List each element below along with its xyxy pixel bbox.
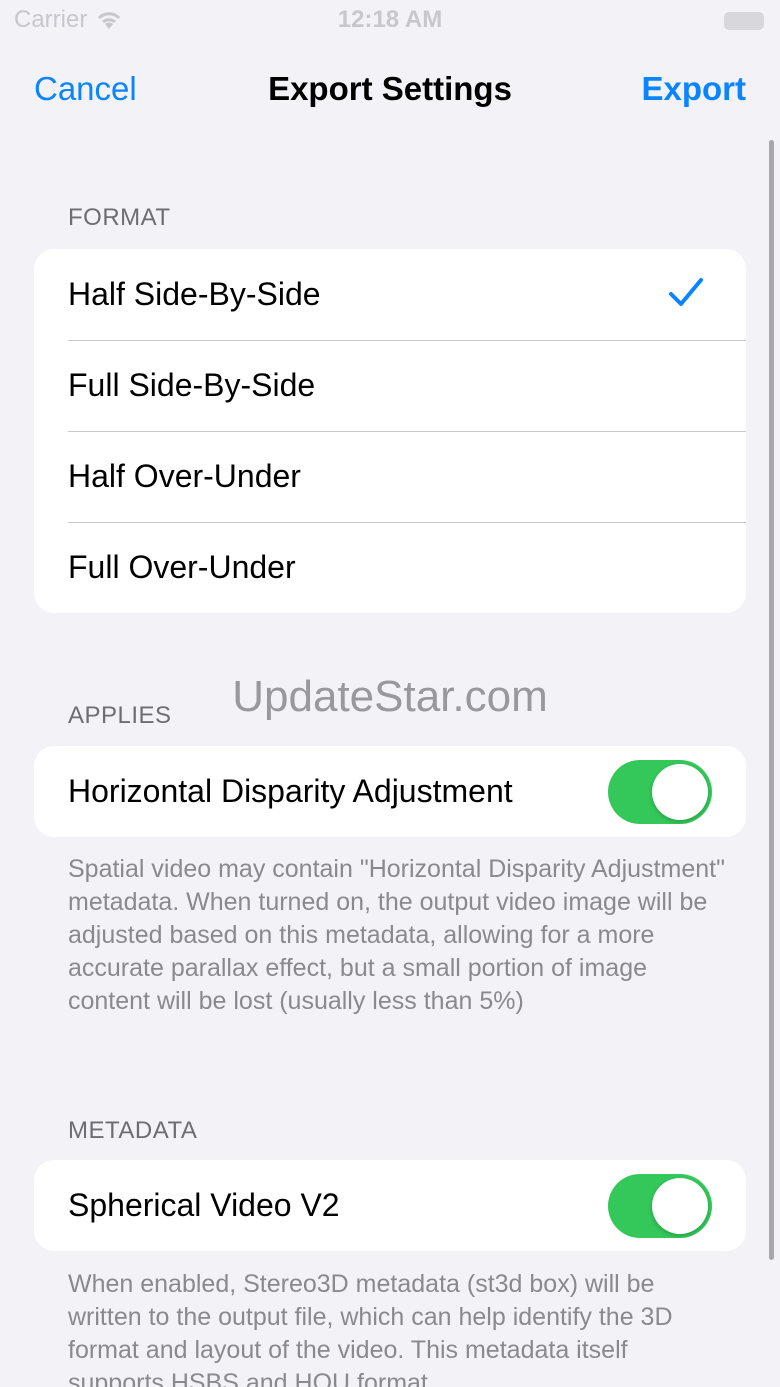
toggle-knob (652, 1178, 708, 1234)
toggle-knob (652, 764, 708, 820)
spherical-video-toggle[interactable] (608, 1174, 712, 1238)
status-time: 12:18 AM (337, 6, 443, 33)
format-option-half-sbs[interactable]: Half Side-By-Side (34, 249, 746, 340)
battery-icon (724, 12, 764, 30)
metadata-footer-text: When enabled, Stereo3D metadata (st3d bo… (68, 1270, 673, 1387)
spherical-video-label: Spherical Video V2 (68, 1187, 340, 1223)
format-options-group: Half Side-By-Side Full Side-By-Side Half… (34, 249, 746, 613)
format-option-label: Half Over-Under (68, 458, 301, 494)
checkmark-icon (669, 278, 703, 306)
navigation-bar: Cancel Export Settings Export (0, 62, 780, 118)
horizontal-disparity-toggle[interactable] (608, 760, 712, 824)
export-button[interactable]: Export (641, 70, 746, 108)
metadata-group: Spherical Video V2 (34, 1160, 746, 1251)
format-section-header: FORMAT (68, 204, 171, 231)
applies-group: Horizontal Disparity Adjustment (34, 746, 746, 837)
format-option-label: Full Over-Under (68, 549, 296, 585)
format-option-half-ou[interactable]: Half Over-Under (34, 431, 746, 522)
metadata-section-header: METADATA (68, 1117, 198, 1144)
format-option-full-sbs[interactable]: Full Side-By-Side (34, 340, 746, 431)
horizontal-disparity-row: Horizontal Disparity Adjustment (34, 746, 746, 837)
applies-footer-text: Spatial video may contain "Horizontal Di… (68, 855, 725, 1015)
format-option-full-ou[interactable]: Full Over-Under (34, 522, 746, 613)
format-option-label: Full Side-By-Side (68, 367, 316, 403)
spherical-video-row: Spherical Video V2 (34, 1160, 746, 1251)
format-option-label: Half Side-By-Side (68, 276, 321, 312)
horizontal-disparity-label: Horizontal Disparity Adjustment (68, 773, 513, 809)
applies-section-header: APPLIES (68, 702, 172, 729)
cancel-button[interactable]: Cancel (34, 70, 137, 108)
status-bar: Carrier 12:18 AM (0, 0, 780, 44)
